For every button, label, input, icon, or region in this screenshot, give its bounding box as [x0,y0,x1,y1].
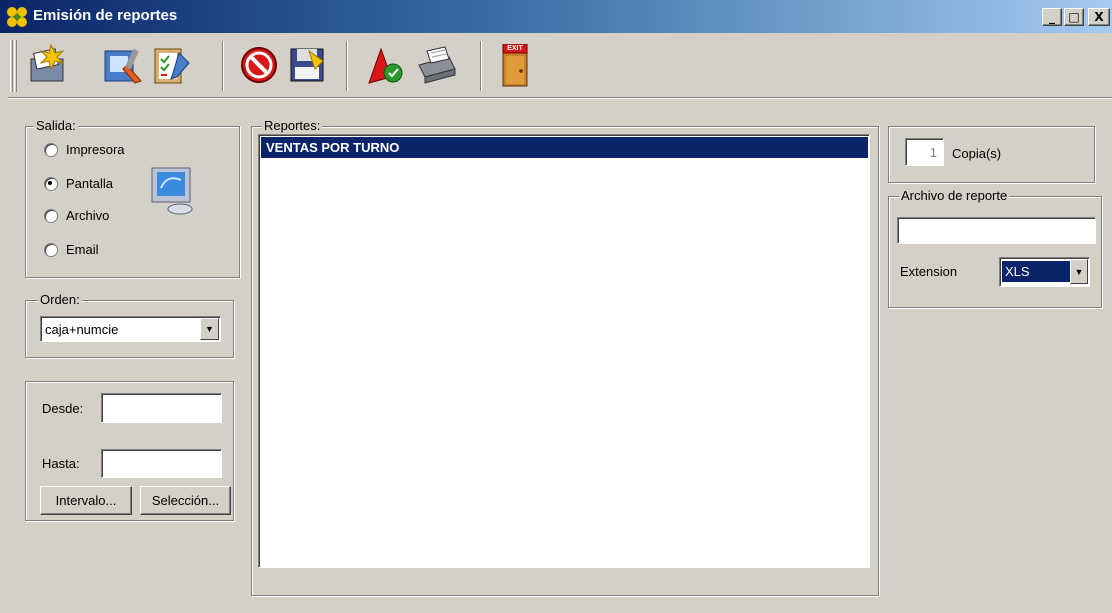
save-button[interactable] [284,43,330,89]
extension-dropdown-arrow[interactable]: ▼ [1070,259,1088,284]
radio-email[interactable]: Email [44,242,99,257]
exit-button[interactable]: EXIT [492,43,538,89]
salida-legend: Salida: [34,118,78,133]
exit-sign-label: EXIT [507,45,523,52]
toolbar: EXIT [8,35,1112,95]
toolbar-separator [346,41,348,91]
orden-legend: Orden: [38,292,82,307]
exit-door-icon: EXIT [495,44,535,88]
radio-pantalla-circle[interactable] [44,176,58,191]
radio-pantalla-label: Pantalla [66,176,113,191]
filter-button[interactable] [362,43,408,89]
save-disk-icon [285,43,329,90]
chevron-down-icon: ▼ [1074,266,1084,277]
checklist-edit-icon [149,43,193,90]
copias-input[interactable]: 1 [905,138,944,166]
radio-impresora-label: Impresora [66,142,125,157]
radio-archivo-label: Archivo [66,208,110,223]
maximize-button[interactable]: □ [1064,8,1084,26]
radio-email-label: Email [66,242,99,257]
toolbar-grip[interactable] [10,40,13,92]
radio-impresora-circle[interactable] [44,142,58,157]
toolbar-separator [222,41,224,91]
reportes-legend: Reportes: [262,118,323,133]
window-title: Emisión de reportes [33,7,178,24]
chevron-down-icon: ▼ [205,324,214,334]
orden-dropdown-arrow[interactable]: ▼ [200,318,219,340]
print-button[interactable] [414,43,460,89]
design-tools-button[interactable] [100,43,146,89]
toolbar-separator [480,41,482,91]
archivo-legend: Archivo de reporte [899,188,1010,203]
orden-dropdown[interactable]: caja+numcie ▼ [40,316,221,342]
cancel-button[interactable] [236,43,282,89]
checklist-edit-button[interactable] [148,43,194,89]
radio-archivo[interactable]: Archivo [44,208,109,223]
list-item-selected[interactable]: VENTAS POR TURNO [261,137,868,158]
close-button[interactable]: X [1088,8,1110,26]
generate-report-button[interactable] [24,43,70,89]
app-icon [6,6,28,28]
design-tools-icon [101,43,145,90]
monitor-icon [150,162,196,216]
hasta-label: Hasta: [42,456,80,471]
radio-impresora[interactable]: Impresora [44,142,125,157]
cancel-icon [237,43,281,90]
reportes-list[interactable]: VENTAS POR TURNO [258,134,870,568]
copias-label: Copia(s) [952,146,1002,161]
printer-icon [415,43,459,90]
intervalo-button[interactable]: Intervalo... [40,486,132,515]
hasta-input[interactable] [101,449,222,478]
toolbar-bottom-divider [8,97,1112,99]
archivo-group [888,196,1102,308]
radio-pantalla[interactable]: Pantalla [44,176,113,191]
minimize-button[interactable]: _ [1042,8,1062,26]
extension-label: Extension [900,264,958,279]
toolbar-grip-2[interactable] [14,40,17,92]
orden-value: caja+numcie [45,322,119,337]
extension-dropdown[interactable]: XLS ▼ [999,257,1090,287]
desde-label: Desde: [42,401,84,416]
seleccion-button[interactable]: Selección... [140,486,231,515]
extension-value: XLS [1002,261,1070,282]
filter-icon [363,43,407,90]
radio-email-circle[interactable] [44,242,58,257]
archivo-input[interactable] [897,217,1096,244]
copias-value: 1 [929,145,937,160]
desde-input[interactable] [101,393,222,423]
radio-archivo-circle[interactable] [44,208,58,223]
generate-report-icon [25,43,69,90]
